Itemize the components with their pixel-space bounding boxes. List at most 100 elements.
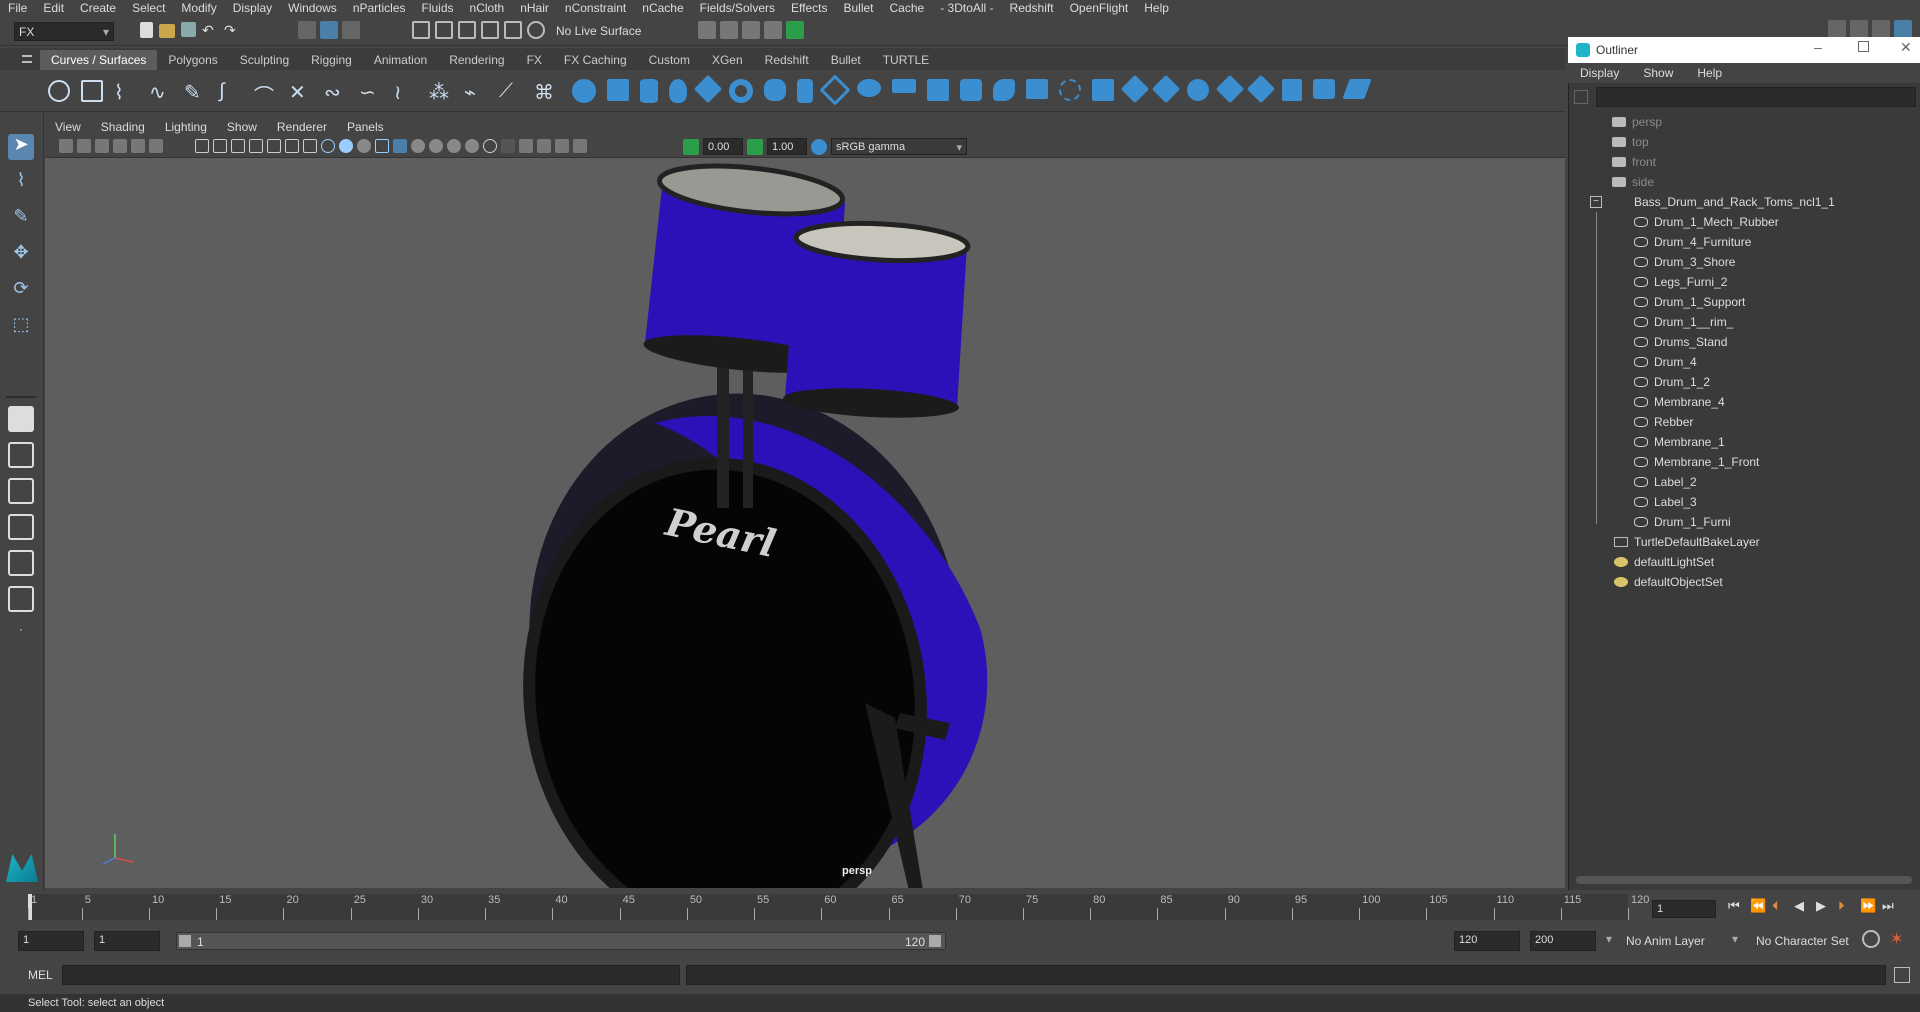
safe-title-icon[interactable] <box>303 139 317 153</box>
color-management-icon[interactable] <box>811 139 827 155</box>
shelf-menu-icon[interactable] <box>22 55 32 63</box>
outliner-filter-icon[interactable] <box>1574 90 1588 104</box>
play-backwards-icon[interactable]: ◀ <box>1794 898 1810 916</box>
render-view-icon[interactable] <box>786 21 804 39</box>
untrim-icon[interactable] <box>1120 74 1150 104</box>
ep-curve-icon[interactable]: ∿ <box>149 80 173 104</box>
anim-layer-select[interactable]: No Anim Layer <box>1620 931 1740 951</box>
move-tool-icon[interactable]: ✥ <box>8 242 34 268</box>
outliner-item[interactable]: Membrane_4 <box>1634 392 1725 412</box>
select-component-icon[interactable] <box>342 21 360 39</box>
snap-view-plane-icon[interactable] <box>504 21 522 39</box>
outliner-item[interactable]: Drum_1_Mech_Rubber <box>1634 212 1779 232</box>
nurbs-torus-icon[interactable] <box>729 79 753 103</box>
nurbs-cylinder-icon[interactable] <box>640 79 658 103</box>
menu-item[interactable]: Fluids <box>414 1 462 15</box>
open-close-icon[interactable] <box>1215 74 1245 104</box>
menu-item[interactable]: Modify <box>173 1 224 15</box>
redo-icon[interactable]: ↷ <box>224 22 240 40</box>
shelf-tab[interactable]: Rigging <box>300 50 363 70</box>
viewport-menu-item[interactable]: Show <box>217 120 267 134</box>
shadows-icon[interactable] <box>429 139 443 153</box>
menu-item[interactable]: Windows <box>280 1 345 15</box>
default-material-icon[interactable] <box>357 139 371 153</box>
grease-pencil-icon[interactable] <box>149 139 163 153</box>
persp-uv-layout-icon[interactable] <box>8 586 34 612</box>
make-live-icon[interactable] <box>527 21 545 39</box>
resolution-gate-icon[interactable] <box>231 139 245 153</box>
project-curve-icon[interactable] <box>1059 79 1081 101</box>
rotate-tool-icon[interactable]: ⟳ <box>8 278 34 304</box>
xray-joints-icon[interactable] <box>555 139 569 153</box>
nurbs-circle-icon[interactable] <box>48 80 70 102</box>
xray-icon[interactable] <box>537 139 551 153</box>
colorspace-select[interactable]: sRGB gamma ▾ <box>831 138 967 155</box>
menu-item[interactable]: nCache <box>634 1 691 15</box>
menu-item[interactable]: Redshift <box>1002 1 1062 15</box>
curve-extend-icon[interactable]: ⁂ <box>429 80 453 104</box>
command-input[interactable] <box>62 965 680 985</box>
shelf-tab[interactable]: FX <box>516 50 553 70</box>
range-handle-end-icon[interactable] <box>929 935 941 947</box>
four-view-layout-icon[interactable] <box>8 442 34 468</box>
animation-preferences-icon[interactable]: ✶ <box>1890 929 1903 949</box>
viewport-menu-item[interactable]: Renderer <box>267 120 337 134</box>
shelf-tab[interactable]: Curves / Surfaces <box>40 50 158 70</box>
wireframe-on-shaded-icon[interactable] <box>375 139 389 153</box>
persp-graph-layout-icon[interactable] <box>8 514 34 540</box>
insert-isoparm-icon[interactable] <box>1246 74 1276 104</box>
anti-aliasing-icon[interactable] <box>483 139 497 153</box>
script-editor-icon[interactable] <box>1894 967 1910 983</box>
shelf-tab[interactable]: Custom <box>638 50 701 70</box>
offset-surface-icon[interactable] <box>1313 79 1335 99</box>
outliner-menu-item[interactable]: Show <box>1631 66 1685 80</box>
toolbox-more-icon[interactable]: · <box>8 622 34 648</box>
new-scene-icon[interactable] <box>140 22 153 38</box>
step-back-key-icon[interactable]: ⏪ <box>1750 898 1766 916</box>
menu-item[interactable]: Create <box>72 1 124 15</box>
chevron-down-icon[interactable]: ▾ <box>1606 932 1612 946</box>
collapse-toggle-icon[interactable]: − <box>1590 196 1602 208</box>
curve-fillet-icon[interactable]: ⌘ <box>534 80 558 104</box>
birail-icon[interactable] <box>892 79 916 93</box>
extrude-icon[interactable] <box>857 79 881 97</box>
revolve-icon[interactable] <box>764 79 786 101</box>
outliner-menu-item[interactable]: Display <box>1568 66 1631 80</box>
exposure-icon[interactable] <box>683 139 699 155</box>
outliner-item[interactable]: top <box>1612 132 1649 152</box>
menu-item[interactable]: Bullet <box>835 1 881 15</box>
curve-attach-icon[interactable]: ✕ <box>289 80 313 104</box>
xray-components-icon[interactable] <box>573 139 587 153</box>
menu-item[interactable]: nHair <box>512 1 557 15</box>
gamma-icon[interactable] <box>747 139 763 155</box>
outliner-item[interactable]: Drum_1_Furni <box>1634 512 1731 532</box>
outliner-item[interactable]: defaultObjectSet <box>1614 572 1723 592</box>
nurbs-cone-icon[interactable] <box>669 79 687 103</box>
bevel-plus-icon[interactable] <box>993 79 1015 101</box>
shelf-tab[interactable]: Sculpting <box>229 50 300 70</box>
planar-icon[interactable] <box>819 74 851 106</box>
bookmark-icon[interactable] <box>95 139 109 153</box>
snap-curve-icon[interactable] <box>435 21 453 39</box>
outliner-item[interactable]: defaultLightSet <box>1614 552 1714 572</box>
chevron-down-icon[interactable]: ▾ <box>1732 932 1738 946</box>
outliner-item[interactable]: Drum_1__rim_ <box>1634 312 1733 332</box>
modeling-toolkit-icon[interactable] <box>1828 20 1846 38</box>
shelf-tab[interactable]: FX Caching <box>553 50 638 70</box>
outliner-item[interactable]: Drum_3_Shore <box>1634 252 1735 272</box>
step-forward-key-icon[interactable]: ⏩ <box>1860 898 1876 916</box>
textured-icon[interactable] <box>393 139 407 153</box>
render-frame-icon[interactable] <box>698 21 716 39</box>
go-to-start-icon[interactable]: ⏮ <box>1728 898 1744 916</box>
outliner-item[interactable]: Membrane_1 <box>1634 432 1725 452</box>
auto-key-icon[interactable] <box>1862 930 1880 948</box>
square-surface-icon[interactable] <box>960 79 982 101</box>
outliner-item[interactable]: Drum_1_2 <box>1634 372 1710 392</box>
select-object-icon[interactable] <box>320 21 338 39</box>
trim-icon[interactable] <box>1092 79 1114 101</box>
pencil-curve-icon[interactable]: ✎ <box>184 80 208 104</box>
outliner-item[interactable]: TurtleDefaultBakeLayer <box>1614 532 1760 552</box>
boundary-icon[interactable] <box>927 79 949 101</box>
menu-item[interactable]: Cache <box>882 1 933 15</box>
menu-item[interactable]: Select <box>124 1 173 15</box>
